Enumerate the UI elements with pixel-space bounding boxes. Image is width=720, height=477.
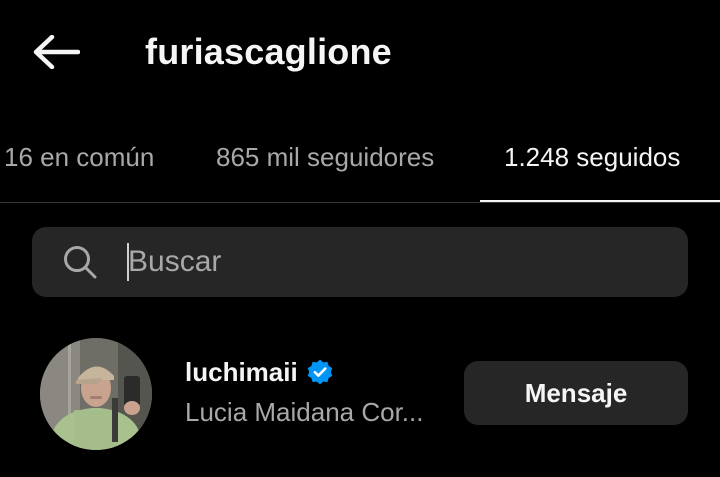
tab-mutual[interactable]: 16 en común [4,118,154,202]
follow-tabs: 16 en común 865 mil seguidores 1.248 seg… [0,118,720,204]
text-caret [127,243,129,281]
username: luchimaii [185,356,298,387]
top-bar: furiascaglione [0,0,720,104]
full-name: Lucia Maidana Cor... [185,397,424,427]
tab-followers[interactable]: 865 mil seguidores [216,118,434,202]
arrow-left-icon [33,35,80,69]
message-button[interactable]: Mensaje [464,361,688,425]
tabs-divider [0,202,720,203]
page-title: furiascaglione [145,31,392,72]
search-bar[interactable] [32,227,688,297]
verified-badge-icon [307,359,333,385]
search-icon [64,246,97,279]
list-item[interactable]: luchimaii Lucia Maidana Cor... Mensaje [0,330,720,460]
active-tab-indicator [480,200,720,202]
search-input[interactable] [128,227,668,297]
profile-photo [40,338,152,450]
tab-following[interactable]: 1.248 seguidos [504,118,680,202]
avatar[interactable] [40,338,152,450]
back-button[interactable] [24,28,88,76]
username-link[interactable]: luchimaii [185,352,334,392]
